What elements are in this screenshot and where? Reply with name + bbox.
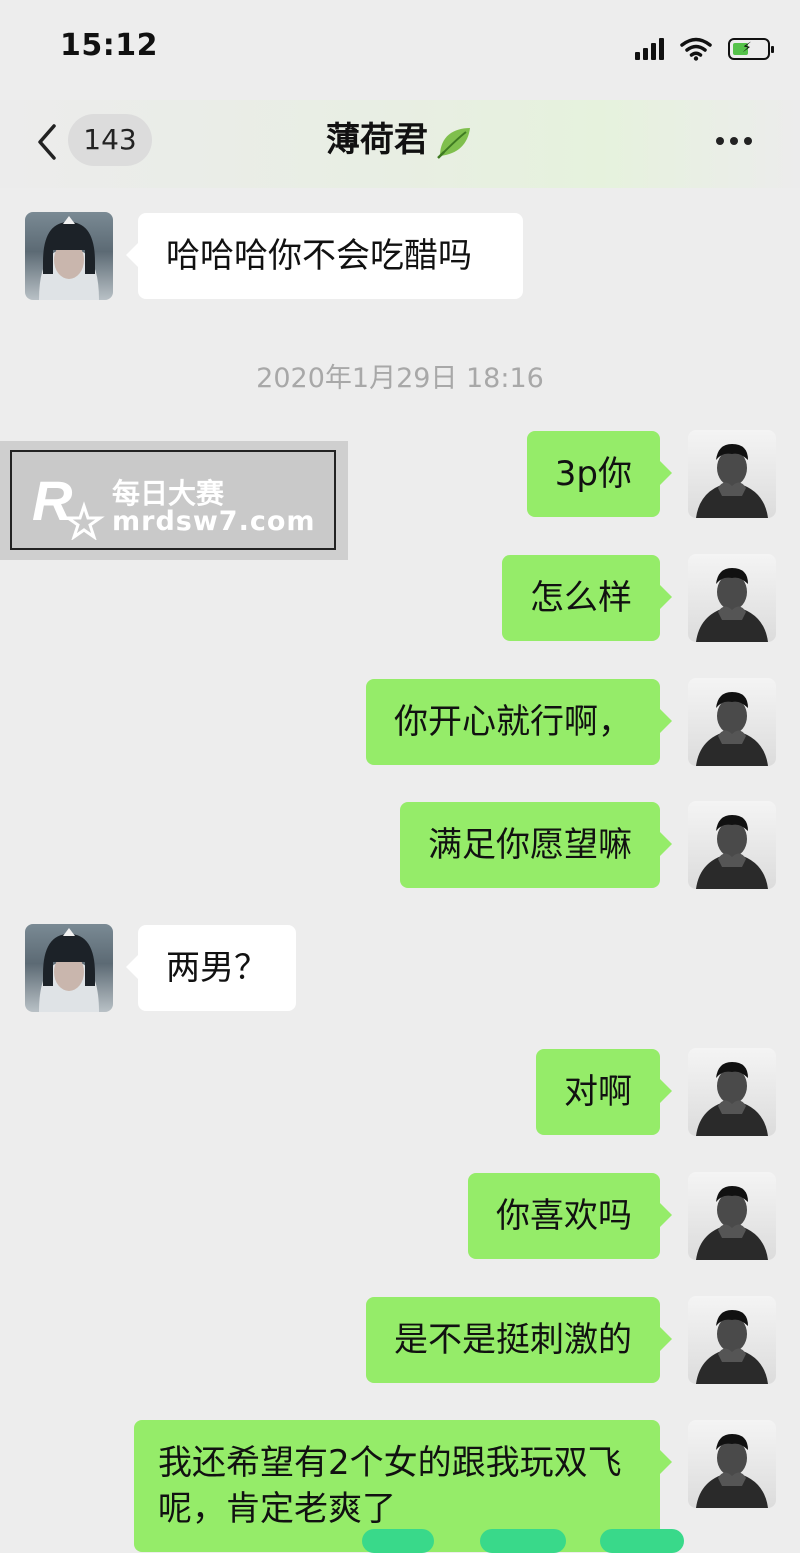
message-bubble: 是不是挺刺激的: [366, 1297, 672, 1383]
chat-title-text: 薄荷君: [326, 120, 428, 160]
svg-text:R: R: [32, 469, 73, 532]
signal-icon: [635, 38, 664, 60]
wifi-icon: [680, 37, 712, 61]
user-avatar[interactable]: [688, 430, 776, 518]
user-avatar[interactable]: [688, 1296, 776, 1384]
message-timestamp: 2020年1月29日 18:16: [256, 363, 544, 394]
status-time: 15:12: [60, 28, 158, 63]
user-avatar[interactable]: [688, 1048, 776, 1136]
user-avatar[interactable]: [688, 678, 776, 766]
status-bar: 15:12 ⚡: [0, 0, 800, 100]
message-bubble: 你开心就行啊，: [366, 679, 672, 765]
watermark-url: mrdsw7.com: [112, 506, 316, 537]
user-avatar[interactable]: [688, 1172, 776, 1260]
message-bubble: 3p你: [526, 431, 673, 517]
user-avatar[interactable]: [688, 554, 776, 642]
watermark-logo: R: [32, 469, 105, 540]
message-bubble: 怎么样: [502, 555, 672, 641]
user-avatar[interactable]: [688, 1420, 776, 1508]
battery-charging-icon: ⚡: [728, 38, 774, 60]
message-bubble: 哈哈哈你不会吃醋吗: [126, 213, 523, 299]
chat-title: 薄荷君: [0, 114, 800, 166]
leaf-icon: [437, 127, 470, 159]
watermark-box: R 每日大赛 mrdsw7.com: [10, 450, 336, 550]
watermark: R 每日大赛 mrdsw7.com: [0, 441, 348, 560]
chat-header: 143 薄荷君: [0, 100, 800, 188]
status-icons: ⚡: [635, 34, 774, 64]
message-bubble: 你喜欢吗: [468, 1173, 672, 1259]
more-icon[interactable]: [716, 126, 760, 156]
user-avatar[interactable]: [688, 801, 776, 889]
message-bubble: 两男？: [126, 925, 296, 1011]
contact-avatar[interactable]: [25, 924, 113, 1012]
contact-avatar[interactable]: [25, 212, 113, 300]
message-bubble: 对啊: [536, 1049, 672, 1135]
message-bubble: 满足你愿望嘛: [400, 802, 672, 888]
